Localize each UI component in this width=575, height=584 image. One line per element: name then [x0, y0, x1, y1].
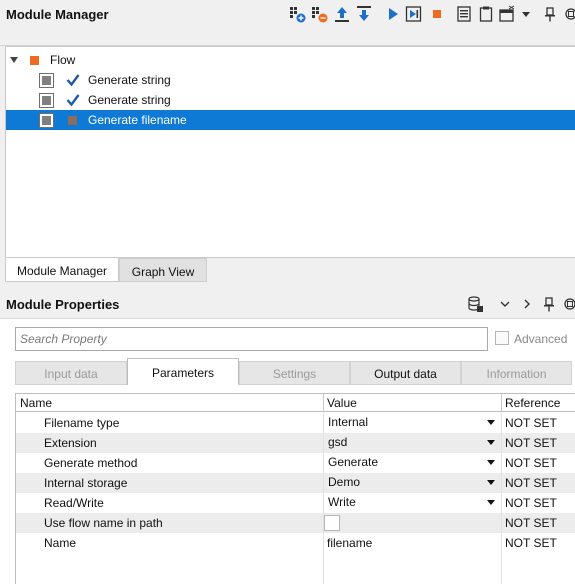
tree-item[interactable]: Generate string: [6, 70, 575, 90]
property-value[interactable]: gsd: [328, 435, 347, 449]
remove-module-icon[interactable]: [310, 5, 328, 23]
move-down-icon[interactable]: [355, 5, 373, 23]
dropdown-arrow-icon[interactable]: [487, 440, 495, 445]
use-flow-name-checkbox[interactable]: [324, 515, 340, 531]
column-divider[interactable]: [323, 394, 324, 412]
property-name: Generate method: [44, 456, 138, 470]
pin-icon[interactable]: [541, 5, 559, 23]
module-manager-title: Module Manager: [6, 7, 109, 22]
tree-item-label: Generate filename: [88, 113, 187, 127]
tree-item-label: Generate string: [88, 73, 171, 87]
property-reference: NOT SET: [505, 496, 557, 510]
tab-input-data[interactable]: Input data: [15, 361, 127, 385]
maximize-icon[interactable]: [561, 295, 575, 313]
dropdown-icon[interactable]: [517, 5, 535, 23]
tab-module-manager[interactable]: Module Manager: [5, 258, 119, 282]
window-icon[interactable]: [498, 5, 516, 23]
property-reference: NOT SET: [505, 416, 557, 430]
property-name: Use flow name in path: [44, 516, 163, 530]
add-module-icon[interactable]: [288, 5, 306, 23]
maximize-icon[interactable]: [562, 5, 575, 23]
property-reference: NOT SET: [505, 516, 557, 530]
module-enable-checkbox[interactable]: [39, 73, 54, 88]
advanced-label: Advanced: [514, 332, 568, 346]
property-row[interactable]: Filename type Internal NOT SET: [16, 413, 575, 433]
tree-item[interactable]: Generate string: [6, 90, 575, 110]
property-row[interactable]: Read/Write Write NOT SET: [16, 493, 575, 513]
module-manager-header: Module Manager: [0, 0, 575, 30]
property-reference: NOT SET: [505, 476, 557, 490]
property-value[interactable]: Write: [328, 495, 356, 509]
tab-parameters[interactable]: Parameters: [127, 358, 239, 385]
pin-icon[interactable]: [540, 295, 558, 313]
tab-information[interactable]: Information: [461, 361, 572, 385]
tree-item-selected[interactable]: Generate filename: [6, 110, 575, 130]
move-up-icon[interactable]: [333, 5, 351, 23]
list-icon[interactable]: [455, 5, 473, 23]
checkmark-icon: [66, 74, 80, 87]
run-icon[interactable]: [384, 5, 402, 23]
stop-icon[interactable]: [428, 5, 446, 23]
tab-output-data[interactable]: Output data: [350, 361, 461, 385]
advanced-checkbox[interactable]: [495, 331, 509, 345]
property-value[interactable]: Internal: [328, 415, 368, 429]
property-reference: NOT SET: [505, 456, 557, 470]
property-name: Filename type: [44, 416, 120, 430]
tree-item-label: Generate string: [88, 93, 171, 107]
property-row[interactable]: Internal storage Demo NOT SET: [16, 473, 575, 493]
column-header-name[interactable]: Name: [20, 396, 52, 410]
column-divider: [323, 412, 324, 584]
column-divider: [501, 412, 502, 584]
tree-root-flow[interactable]: Flow: [6, 50, 575, 70]
property-name: Read/Write: [44, 496, 104, 510]
database-icon[interactable]: [466, 295, 484, 313]
tab-graph-view[interactable]: Graph View: [119, 258, 207, 282]
property-name: Extension: [44, 436, 97, 450]
dropdown-arrow-icon[interactable]: [487, 460, 495, 465]
grid-header: Name Value Reference: [16, 394, 575, 412]
module-enable-checkbox[interactable]: [39, 113, 54, 128]
dropdown-arrow-icon[interactable]: [487, 420, 495, 425]
search-property-input[interactable]: [15, 327, 488, 351]
flow-icon: [30, 56, 39, 65]
clipboard-icon[interactable]: [477, 5, 495, 23]
module-properties-title: Module Properties: [6, 297, 120, 312]
module-tree: Flow Generate string Generate string Gen…: [5, 46, 575, 258]
module-manager-strip: [0, 30, 575, 46]
property-value[interactable]: Generate: [328, 455, 378, 469]
property-row[interactable]: Use flow name in path NOT SET: [16, 513, 575, 533]
column-header-value[interactable]: Value: [327, 396, 357, 410]
property-row[interactable]: Name filename NOT SET: [16, 533, 575, 553]
column-divider[interactable]: [501, 394, 502, 412]
pending-status-icon: [68, 116, 77, 125]
property-name: Internal storage: [44, 476, 128, 490]
property-row[interactable]: Extension gsd NOT SET: [16, 433, 575, 453]
chevron-right-icon[interactable]: [518, 295, 536, 313]
dropdown-arrow-icon[interactable]: [487, 480, 495, 485]
collapse-arrow-icon[interactable]: [10, 57, 18, 63]
property-reference: NOT SET: [505, 436, 557, 450]
property-value[interactable]: filename: [327, 536, 372, 550]
chevron-down-icon[interactable]: [496, 295, 514, 313]
run-step-icon[interactable]: [405, 5, 423, 23]
property-reference: NOT SET: [505, 536, 557, 550]
tab-settings[interactable]: Settings: [239, 361, 350, 385]
properties-grid: Name Value Reference Filename type Inter…: [15, 393, 575, 584]
checkmark-icon: [66, 94, 80, 107]
property-value[interactable]: Demo: [328, 475, 360, 489]
property-row[interactable]: Generate method Generate NOT SET: [16, 453, 575, 473]
tree-root-label: Flow: [50, 53, 76, 67]
property-name: Name: [44, 536, 77, 550]
module-enable-checkbox[interactable]: [39, 93, 54, 108]
column-header-reference[interactable]: Reference: [505, 396, 560, 410]
dropdown-arrow-icon[interactable]: [487, 500, 495, 505]
